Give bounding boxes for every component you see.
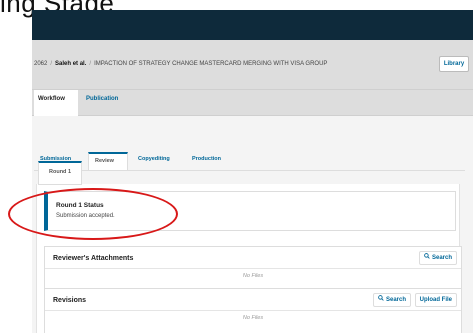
breadcrumb-bar: 2062/Saleh et al. / IMPACTION OF STRATEGY …	[32, 40, 473, 90]
search-icon	[424, 253, 430, 259]
tab-round-1[interactable]: Round 1	[38, 161, 82, 185]
main-tabs: Workflow Publication	[32, 90, 473, 116]
tab-copyediting[interactable]: Copyediting	[132, 152, 188, 170]
tab-publication[interactable]: Publication	[82, 90, 128, 116]
top-navigation-bar	[32, 10, 473, 40]
search-label: Search	[385, 297, 406, 303]
upload-file-button[interactable]: Upload File	[414, 293, 457, 307]
highlight-ring	[8, 188, 178, 240]
breadcrumb-separator: /	[89, 61, 92, 67]
section-header: Reviewer's Attachments Search	[45, 247, 461, 269]
revisions-title: Revisions	[53, 297, 87, 304]
reviewer-attachments-title: Reviewer's Attachments	[53, 255, 134, 262]
submission-author: Saleh et al.	[55, 61, 87, 67]
submission-id: 2062	[34, 61, 48, 67]
submission-title: IMPACTION OF STRATEGY CHANGE MASTERCARD …	[94, 61, 328, 67]
stage-tabs-divider	[34, 170, 465, 171]
breadcrumb: 2062/Saleh et al. / IMPACTION OF STRATEGY …	[34, 61, 327, 67]
reviewer-attachments-section: Reviewer's Attachments Search No Files	[44, 246, 462, 290]
empty-files-message: No Files	[242, 273, 264, 279]
breadcrumb-separator: /	[50, 61, 53, 67]
section-header: Revisions Search Upload File	[45, 289, 461, 311]
library-button[interactable]: Library	[439, 56, 469, 72]
search-label: Search	[431, 255, 452, 261]
tab-workflow[interactable]: Workflow	[34, 90, 78, 116]
empty-files-message: No Files	[242, 315, 264, 321]
revisions-section: Revisions Search Upload File No Files	[44, 288, 462, 333]
reviewer-attachments-search-button[interactable]: Search	[418, 251, 457, 265]
search-icon	[378, 295, 384, 301]
tab-review[interactable]: Review	[88, 152, 128, 170]
tab-production[interactable]: Production	[186, 152, 238, 170]
revisions-search-button[interactable]: Search	[372, 293, 411, 307]
